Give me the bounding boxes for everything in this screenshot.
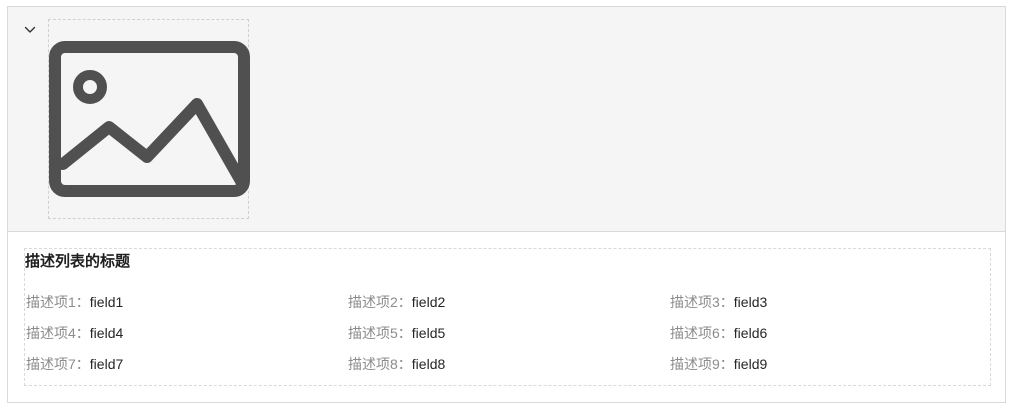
description-item: 描述项5：field5 <box>348 324 445 342</box>
description-item-label: 描述项4： <box>26 325 90 341</box>
description-item: 描述项8：field8 <box>348 355 445 373</box>
description-item-label: 描述项3： <box>670 294 734 310</box>
description-item-value: field6 <box>733 325 768 341</box>
description-list-title: 描述列表的标题 <box>25 253 131 270</box>
description-list: 描述列表的标题 描述项1：field1 描述项2：field2 描述项3：fie… <box>24 248 991 386</box>
description-item-value: field7 <box>89 356 124 372</box>
description-card: 描述列表的标题 描述项1：field1 描述项2：field2 描述项3：fie… <box>7 6 1006 403</box>
description-item-label: 描述项7： <box>26 356 90 372</box>
description-item: 描述项1：field1 <box>26 293 123 311</box>
image-placeholder <box>48 19 250 219</box>
description-item-value: field2 <box>411 294 446 310</box>
description-item-value: field8 <box>411 356 446 372</box>
description-item-label: 描述项5： <box>348 325 412 341</box>
description-item-value: field3 <box>733 294 768 310</box>
description-item-value: field4 <box>89 325 124 341</box>
image-placeholder-icon <box>49 41 250 197</box>
description-item-label: 描述项8： <box>348 356 412 372</box>
description-item: 描述项2：field2 <box>348 293 445 311</box>
description-item: 描述项7：field7 <box>26 355 123 373</box>
media-section <box>8 7 1005 232</box>
description-item-value: field9 <box>733 356 768 372</box>
description-item: 描述项3：field3 <box>670 293 767 311</box>
description-item-label: 描述项2： <box>348 294 412 310</box>
collapse-toggle-button[interactable] <box>22 22 38 38</box>
description-item-value: field5 <box>411 325 446 341</box>
description-item: 描述项9：field9 <box>670 355 767 373</box>
chevron-down-icon <box>24 26 36 33</box>
description-item: 描述项6：field6 <box>670 324 767 342</box>
description-item: 描述项4：field4 <box>26 324 123 342</box>
description-item-label: 描述项9： <box>670 356 734 372</box>
description-item-value: field1 <box>89 294 124 310</box>
description-item-label: 描述项1： <box>26 294 90 310</box>
description-item-label: 描述项6： <box>670 325 734 341</box>
